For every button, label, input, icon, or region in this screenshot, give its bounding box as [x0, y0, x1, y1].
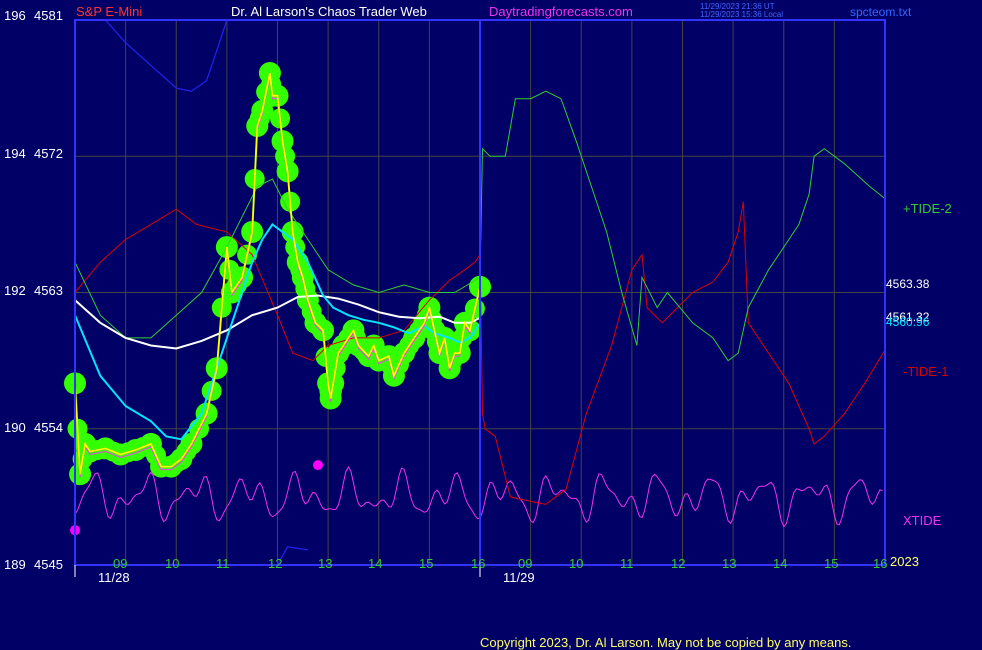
- x-tick: 11: [620, 556, 634, 571]
- site-link[interactable]: Daytradingforecasts.com: [489, 5, 633, 19]
- y-tick-right: 4554: [34, 420, 63, 435]
- y-tick-right: 4581: [34, 8, 63, 23]
- x-tick: 10: [569, 556, 584, 571]
- chart-canvas: [64, 19, 886, 577]
- x-date: 11/29: [503, 570, 535, 585]
- tide-plus-label: +TIDE-2: [903, 201, 952, 216]
- y-tick-left: 190: [4, 420, 26, 435]
- y-tick-left: 196: [4, 8, 26, 23]
- x-tick: 16: [873, 556, 888, 571]
- y-tick-left: 189: [4, 557, 26, 572]
- x-tick: 15: [419, 556, 434, 571]
- x-tick: 09: [113, 556, 128, 571]
- timestamp-local: 11/29/2023 15:36 Local: [700, 10, 784, 19]
- x-tick: 09: [518, 556, 533, 571]
- tide-minus-label: -TIDE-1: [903, 364, 949, 379]
- y-tick-right: 4545: [34, 557, 63, 572]
- x-tick: 14: [368, 556, 383, 571]
- xtide-line: [74, 465, 883, 528]
- x-tick: 12: [268, 556, 283, 571]
- x-tick: 13: [722, 556, 737, 571]
- value-label-a: 4563.38: [886, 277, 930, 291]
- symbol-title: S&P E-Mini: [76, 4, 143, 19]
- x-tick: 10: [165, 556, 180, 571]
- x-tick: 13: [318, 556, 333, 571]
- x-tick: 14: [773, 556, 788, 571]
- value-label-c: 4560.96: [886, 315, 930, 329]
- plot-frame: [74, 19, 886, 577]
- y-tick-right: 4563: [34, 283, 63, 298]
- x-year: 2023: [890, 554, 919, 569]
- author-title: Dr. Al Larson's Chaos Trader Web: [231, 4, 427, 19]
- x-tick: 11: [216, 556, 230, 571]
- blue-line: [104, 19, 228, 92]
- copyright: Copyright 2023, Dr. Al Larson. May not b…: [480, 635, 852, 650]
- xtide-label: XTIDE: [903, 513, 942, 528]
- x-date: 11/28: [98, 570, 130, 585]
- pivot-marker: [313, 460, 323, 471]
- x-tick: 16: [471, 556, 486, 571]
- file-name: spcteom.txt: [850, 5, 912, 19]
- x-tick: 15: [824, 556, 839, 571]
- y-tick-left: 194: [4, 146, 26, 161]
- x-tick: 12: [671, 556, 686, 571]
- y-tick-right: 4572: [34, 146, 63, 161]
- y-tick-left: 192: [4, 283, 26, 298]
